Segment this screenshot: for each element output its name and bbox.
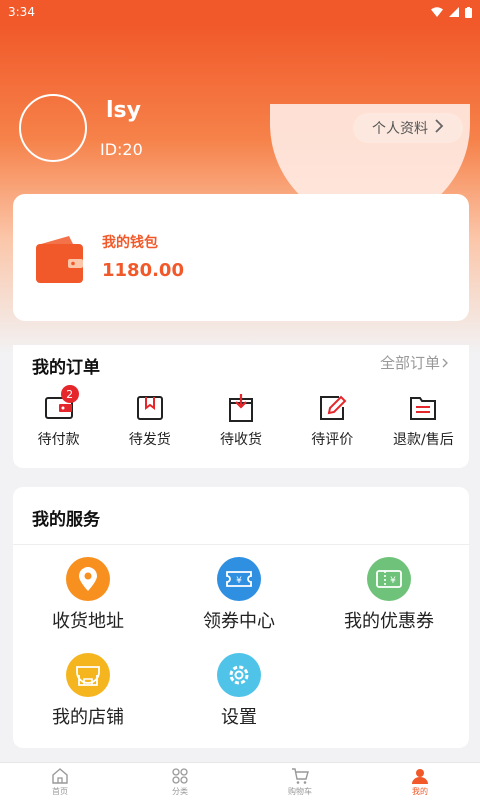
service-settings[interactable]: 设置 [164, 653, 314, 729]
service-shipping-address[interactable]: 收货地址 [13, 557, 163, 633]
chevron-right-icon [434, 118, 444, 138]
tab-cart[interactable]: 购物车 [240, 763, 360, 800]
location-pin-icon [66, 557, 110, 601]
order-status-row: 2 待付款 待发货 待收货 待评价 退款/售后 [13, 385, 469, 449]
service-coupon-center[interactable]: ¥ 领券中心 [164, 557, 314, 633]
tab-label: 分类 [172, 786, 188, 796]
refund-list-icon [410, 397, 437, 420]
pending-payment-badge: 2 [60, 385, 79, 403]
order-item-label: 待发货 [128, 432, 171, 448]
shop-icon [66, 653, 110, 697]
status-bar: 3:34 [0, 0, 480, 24]
wallet-label: 我的钱包 [102, 235, 158, 251]
services-card: 我的服务 收货地址 ¥ 领券中心 ¥ 我的优惠券 我的店铺 设置 [13, 487, 469, 748]
coupon-ticket-icon: ¥ [367, 557, 411, 601]
avatar[interactable] [19, 94, 87, 162]
order-item-pending-payment[interactable]: 2 待付款 [13, 385, 104, 449]
battery-icon [465, 6, 472, 18]
order-item-to-ship[interactable]: 待发货 [104, 393, 195, 449]
tab-label: 首页 [52, 786, 68, 796]
package-icon [136, 396, 163, 420]
profile-button-label: 个人资料 [372, 120, 428, 136]
system-icons [431, 6, 472, 18]
signal-icon [449, 7, 459, 17]
service-label: 收货地址 [52, 611, 124, 632]
services-title: 我的服务 [32, 510, 100, 530]
user-icon [412, 768, 428, 784]
order-item-refund[interactable]: 退款/售后 [378, 393, 469, 449]
service-my-shop[interactable]: 我的店铺 [13, 653, 163, 729]
order-item-to-review[interactable]: 待评价 [287, 393, 378, 449]
status-time: 3:34 [8, 5, 35, 19]
order-item-label: 待收货 [220, 432, 262, 448]
all-orders-label: 全部订单 [379, 354, 440, 372]
category-icon [172, 767, 188, 784]
tab-label: 购物车 [288, 786, 312, 796]
orders-card: 我的订单 全部订单 2 待付款 待发货 待收货 待评价 退款/售后 [13, 345, 469, 468]
username: lsy [106, 98, 141, 123]
profile-button[interactable]: 个人资料 [353, 113, 463, 143]
tab-mine[interactable]: 我的 [360, 763, 480, 800]
svg-text:¥: ¥ [390, 576, 396, 586]
cart-icon [292, 767, 309, 784]
home-icon [52, 767, 68, 784]
order-item-label: 待评价 [311, 432, 354, 448]
tab-category[interactable]: 分类 [120, 763, 240, 800]
wallet-icon [36, 236, 83, 283]
all-orders-link[interactable]: 全部订单 [380, 352, 449, 373]
order-item-to-receive[interactable]: 待收货 [195, 393, 286, 449]
service-my-coupons[interactable]: ¥ 我的优惠券 [314, 557, 464, 633]
wifi-icon [431, 7, 443, 17]
receive-box-icon [229, 394, 253, 422]
tab-label: 我的 [412, 786, 428, 796]
wallet-card[interactable]: 我的钱包 1180.00 [13, 194, 469, 321]
user-id: ID:20 [100, 140, 143, 159]
bottom-tab-bar: 首页 分类 购物车 我的 [0, 762, 480, 800]
coupon-center-icon: ¥ [217, 557, 261, 601]
order-item-label: 退款/售后 [393, 432, 454, 448]
edit-review-icon [320, 395, 347, 420]
gear-icon [217, 653, 261, 697]
wallet-balance: 1180.00 [102, 260, 184, 281]
svg-text:¥: ¥ [236, 576, 242, 586]
orders-title: 我的订单 [32, 358, 100, 378]
service-label: 设置 [221, 707, 257, 728]
order-item-label: 待付款 [37, 432, 80, 448]
service-label: 领券中心 [203, 611, 275, 632]
service-label: 我的店铺 [52, 707, 124, 728]
divider [13, 544, 469, 545]
tab-home[interactable]: 首页 [0, 763, 120, 800]
chevron-right-icon [442, 358, 448, 367]
service-label: 我的优惠券 [344, 611, 434, 632]
